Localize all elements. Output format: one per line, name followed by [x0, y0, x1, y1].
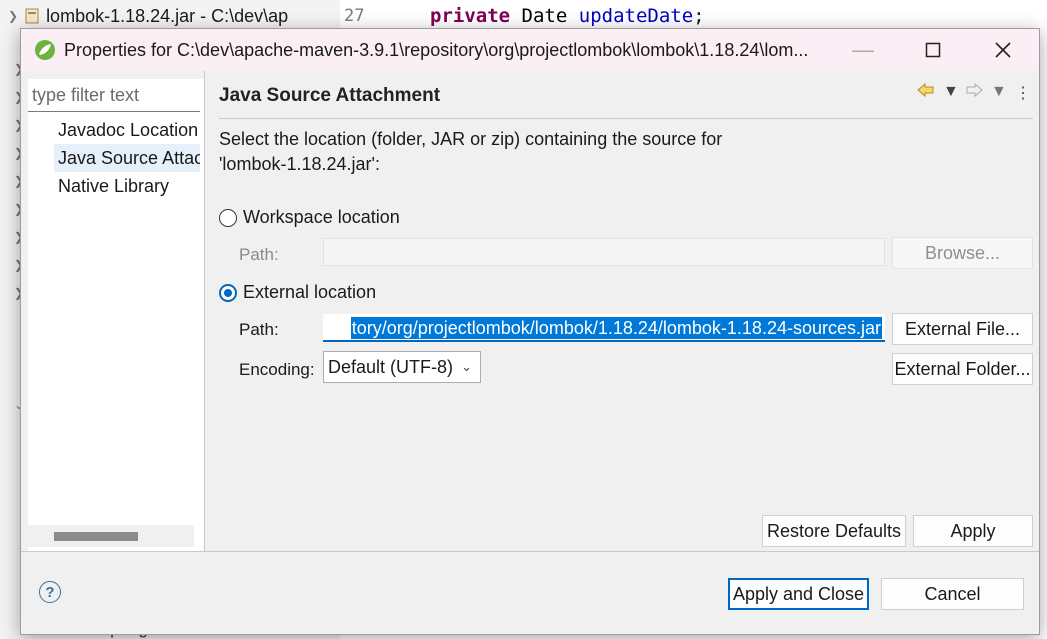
external-file-button[interactable]: External File... [892, 313, 1033, 345]
description: Select the location (folder, JAR or zip)… [219, 127, 979, 177]
browse-button: Browse... [892, 237, 1033, 269]
footer-separator [21, 551, 1039, 552]
close-icon [995, 42, 1011, 58]
forward-arrow-icon[interactable] [965, 82, 983, 102]
back-dropdown-icon[interactable]: ▼ [943, 83, 959, 101]
external-path-input[interactable]: tory/org/projectlombok/lombok/1.18.24/lo… [323, 314, 885, 342]
line-number: 27 [344, 6, 365, 26]
minimize-button[interactable]: — [828, 29, 898, 71]
chevron-right-icon: ❯ [8, 9, 19, 23]
code-semicolon: ; [693, 5, 705, 27]
more-options-icon[interactable]: ⋮ [1015, 83, 1031, 103]
restore-defaults-button[interactable]: Restore Defaults [762, 515, 906, 547]
encoding-label: Encoding: [239, 360, 315, 379]
title-separator [219, 118, 1033, 119]
nav-item-javadoc-location[interactable]: Javadoc Location [54, 116, 200, 144]
external-location-label: External location [243, 282, 377, 302]
apply-button[interactable]: Apply [913, 515, 1033, 547]
editor-line: 27 private Date updateDate; [344, 2, 705, 30]
code-field: updateDate [578, 5, 694, 27]
forward-dropdown-icon[interactable]: ▼ [991, 83, 1007, 101]
close-button[interactable] [968, 29, 1038, 71]
property-page-nav: Javadoc Location Java Source Attachment … [28, 79, 204, 552]
dialog-titlebar[interactable]: Properties for C:\dev\apache-maven-3.9.1… [21, 29, 1039, 71]
workspace-location-radio[interactable]: Workspace location [219, 207, 400, 228]
explorer-jar-item[interactable]: ❯ lombok-1.18.24.jar - C:\dev\ap [8, 2, 288, 30]
scrollbar-thumb[interactable] [54, 532, 138, 541]
dialog-title: Properties for C:\dev\apache-maven-3.9.1… [64, 39, 809, 60]
help-icon[interactable]: ? [39, 581, 61, 603]
selected-path-text: tory/org/projectlombok/lombok/1.18.24/lo… [350, 317, 882, 339]
code-keyword: private [430, 5, 511, 27]
workspace-path-label: Path: [239, 245, 279, 264]
radio-off-icon [219, 208, 237, 227]
jar-icon [25, 8, 39, 24]
chevron-down-icon: ⌄ [461, 359, 472, 374]
property-page-content: Java Source Attachment ▼ ▼ ⋮ Select the … [205, 71, 1039, 551]
radio-on-icon [219, 283, 237, 302]
code-type: Date [521, 5, 568, 27]
nav-horizontal-scrollbar[interactable] [28, 525, 194, 547]
apply-and-close-button[interactable]: Apply and Close [728, 578, 869, 610]
maximize-button[interactable] [898, 29, 968, 71]
external-folder-button[interactable]: External Folder... [892, 353, 1033, 385]
filter-input[interactable] [28, 79, 200, 112]
encoding-value: Default (UTF-8) [328, 356, 454, 377]
description-line: Select the location (folder, JAR or zip)… [219, 129, 723, 149]
nav-item-java-source-attachment[interactable]: Java Source Attachment [54, 144, 200, 172]
nav-item-native-library[interactable]: Native Library [54, 172, 200, 200]
properties-dialog: Properties for C:\dev\apache-maven-3.9.1… [20, 28, 1040, 635]
external-location-radio[interactable]: External location [219, 282, 376, 303]
maximize-icon [925, 42, 941, 58]
explorer-jar-label: lombok-1.18.24.jar - C:\dev\ap [46, 5, 289, 26]
workspace-path-field [323, 238, 885, 266]
back-arrow-icon[interactable] [917, 82, 935, 102]
external-path-label: Path: [239, 320, 279, 339]
spring-logo-icon [35, 40, 55, 60]
description-jar-name: 'lombok-1.18.24.jar': [219, 154, 380, 174]
cancel-button[interactable]: Cancel [881, 578, 1024, 610]
minimize-icon: — [852, 37, 874, 62]
page-title: Java Source Attachment [219, 85, 441, 106]
encoding-select[interactable]: Default (UTF-8) ⌄ [323, 351, 481, 383]
workspace-location-label: Workspace location [243, 207, 400, 227]
